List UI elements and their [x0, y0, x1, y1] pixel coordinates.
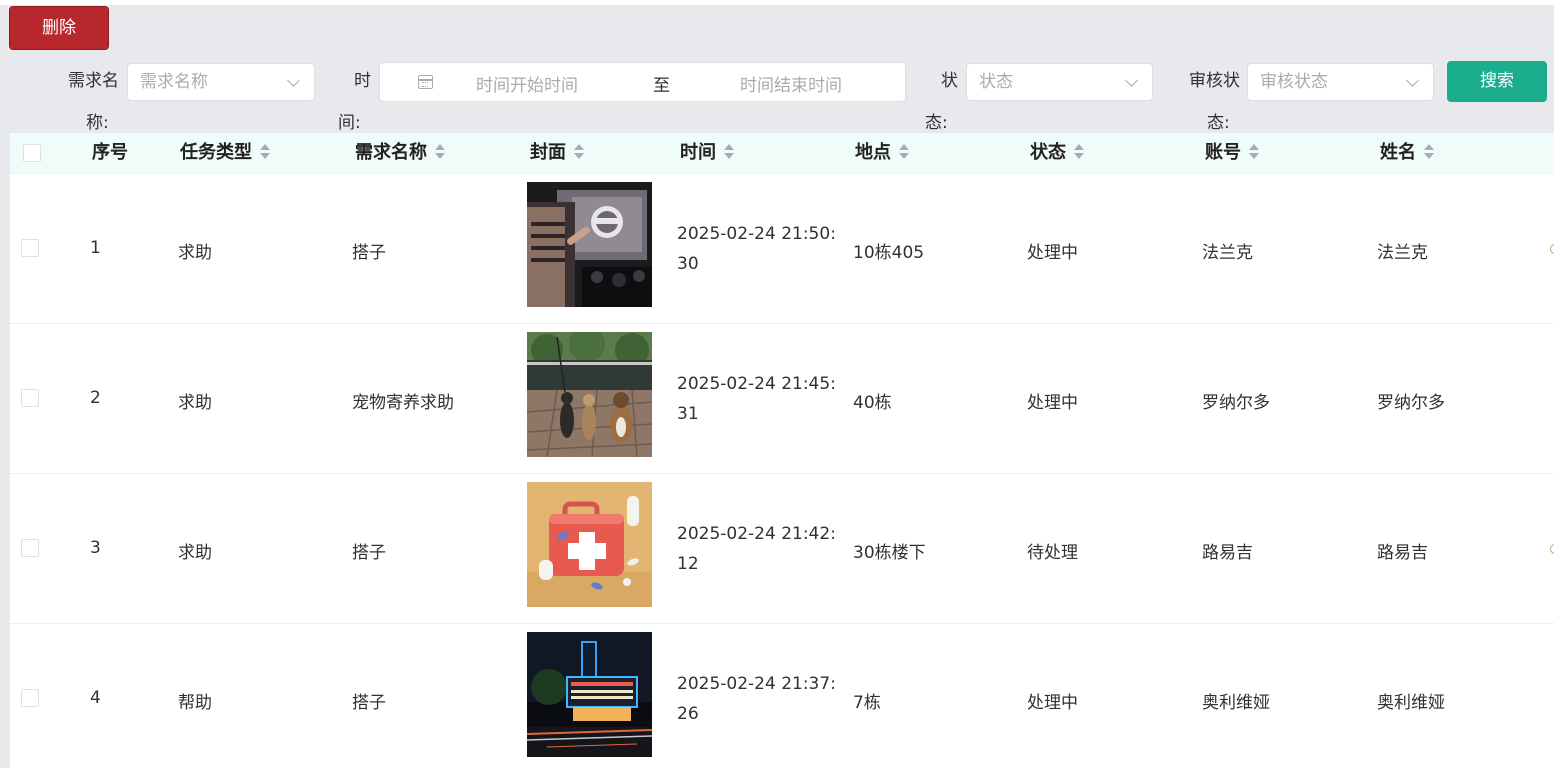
time-range-picker[interactable]: 时间开始时间 至 时间结束时间 — [379, 62, 906, 102]
column-header-person[interactable]: 姓名 — [1380, 133, 1434, 173]
table-header: 序号 任务类型 需求名称 封面 时间 地点 状态 账号 姓名 — [10, 133, 1554, 174]
row-action-edge[interactable] — [1550, 244, 1554, 254]
column-header-type[interactable]: 任务类型 — [180, 133, 270, 173]
row-no: 4 — [90, 688, 101, 708]
delete-button[interactable]: 删除 — [9, 6, 109, 50]
row-checkbox[interactable] — [21, 539, 39, 557]
table-row: 2 求助 宠物寄养求助 2025-02-24 21:45:31 40栋 处理中 … — [10, 324, 1554, 474]
column-header-status[interactable]: 状态 — [1030, 133, 1084, 173]
row-name: 宠物寄养求助 — [352, 393, 454, 413]
column-header-name[interactable]: 需求名称 — [355, 133, 445, 173]
table-row: 4 帮助 搭子 2025-02-24 21:37:26 7栋 处理中 奥利维娅 … — [10, 624, 1554, 768]
row-time: 2025-02-24 21:42:12 — [677, 524, 836, 574]
row-type: 帮助 — [178, 693, 212, 713]
data-table: 序号 任务类型 需求名称 封面 时间 地点 状态 账号 姓名 1 求助 搭子 2… — [10, 133, 1554, 768]
cover-image[interactable] — [527, 332, 652, 457]
row-place: 7栋 — [853, 693, 881, 713]
first-aid-kit-photo — [527, 482, 652, 607]
row-type: 求助 — [178, 393, 212, 413]
status-select[interactable]: 状态 — [966, 63, 1153, 101]
name-filter-label: 需求名 称: — [68, 71, 119, 133]
chevron-down-icon — [1406, 74, 1419, 87]
row-type: 求助 — [178, 243, 212, 263]
row-person: 法兰克 — [1377, 243, 1428, 263]
sort-icon[interactable] — [260, 143, 270, 160]
status-filter-label: 状 态: — [925, 71, 958, 133]
search-button[interactable]: 搜索 — [1447, 61, 1547, 102]
name-select[interactable]: 需求名称 — [127, 63, 315, 101]
row-status: 待处理 — [1027, 543, 1078, 563]
row-checkbox[interactable] — [21, 689, 39, 707]
column-header-account[interactable]: 账号 — [1205, 133, 1259, 173]
cover-image[interactable] — [527, 632, 652, 757]
row-person: 路易吉 — [1377, 543, 1428, 563]
calendar-icon — [418, 75, 433, 89]
dogs-photo — [527, 332, 652, 457]
row-account: 路易吉 — [1202, 543, 1253, 563]
row-no: 3 — [90, 538, 101, 558]
status-filter-label-line1: 状 — [941, 71, 958, 91]
row-place: 30栋楼下 — [853, 543, 926, 563]
row-action-edge[interactable] — [1550, 544, 1554, 554]
row-account: 奥利维娅 — [1202, 693, 1270, 713]
time-start-input[interactable]: 时间开始时间 — [476, 71, 578, 96]
name-filter-label-line1: 需求名 — [68, 71, 119, 91]
row-checkbox[interactable] — [21, 239, 39, 257]
row-status: 处理中 — [1027, 393, 1078, 413]
audit-filter-label: 审核状 态: — [1189, 71, 1240, 133]
row-status: 处理中 — [1027, 693, 1078, 713]
time-filter-label: 时 间: — [338, 71, 371, 133]
sort-icon[interactable] — [899, 143, 909, 160]
sort-icon[interactable] — [1249, 143, 1259, 160]
row-account: 法兰克 — [1202, 243, 1253, 263]
row-type: 求助 — [178, 543, 212, 563]
cover-image[interactable] — [527, 482, 652, 607]
row-time: 2025-02-24 21:37:26 — [677, 674, 836, 724]
chevron-down-icon — [287, 74, 300, 87]
table-row: 1 求助 搭子 2025-02-24 21:50:30 10栋405 处理中 法… — [10, 174, 1554, 324]
cover-image[interactable] — [527, 182, 652, 307]
select-all-checkbox[interactable] — [23, 144, 41, 162]
sort-icon[interactable] — [1074, 143, 1084, 160]
column-header-no[interactable]: 序号 — [92, 133, 128, 173]
sort-icon[interactable] — [1424, 143, 1434, 160]
name-select-placeholder: 需求名称 — [140, 72, 208, 92]
time-filter-label-line1: 时 — [354, 71, 371, 91]
sort-icon[interactable] — [574, 143, 584, 160]
row-checkbox[interactable] — [21, 389, 39, 407]
time-range-separator: 至 — [653, 76, 670, 96]
column-header-time[interactable]: 时间 — [680, 133, 734, 173]
status-select-placeholder: 状态 — [979, 72, 1013, 92]
audit-filter-label-line1: 审核状 — [1189, 71, 1240, 91]
row-person: 罗纳尔多 — [1377, 393, 1445, 413]
row-name: 搭子 — [352, 243, 386, 263]
row-person: 奥利维娅 — [1377, 693, 1445, 713]
status-filter-label-line2: 态: — [925, 113, 948, 133]
time-filter-label-line2: 间: — [338, 113, 361, 133]
row-no: 2 — [90, 388, 101, 408]
column-header-place[interactable]: 地点 — [855, 133, 909, 173]
row-name: 搭子 — [352, 543, 386, 563]
name-filter-label-line2: 称: — [86, 113, 109, 133]
row-account: 罗纳尔多 — [1202, 393, 1270, 413]
presentation-photo — [527, 182, 652, 307]
sort-icon[interactable] — [724, 143, 734, 160]
audit-select-placeholder: 审核状态 — [1260, 72, 1328, 92]
audit-select[interactable]: 审核状态 — [1247, 63, 1434, 101]
row-no: 1 — [90, 238, 101, 258]
column-header-cover[interactable]: 封面 — [530, 133, 584, 173]
row-status: 处理中 — [1027, 243, 1078, 263]
sort-icon[interactable] — [435, 143, 445, 160]
row-time: 2025-02-24 21:45:31 — [677, 374, 836, 424]
row-place: 10栋405 — [853, 243, 925, 263]
chevron-down-icon — [1125, 74, 1138, 87]
row-time: 2025-02-24 21:50:30 — [677, 224, 836, 274]
audit-filter-label-line2: 态: — [1207, 113, 1230, 133]
row-name: 搭子 — [352, 693, 386, 713]
theater-night-photo — [527, 632, 652, 757]
top-strip — [0, 0, 1554, 5]
time-end-input[interactable]: 时间结束时间 — [740, 71, 842, 96]
row-place: 40栋 — [853, 393, 892, 413]
table-row: 3 求助 搭子 2025-02-24 21:42:12 30栋楼下 待处理 路易… — [10, 474, 1554, 624]
